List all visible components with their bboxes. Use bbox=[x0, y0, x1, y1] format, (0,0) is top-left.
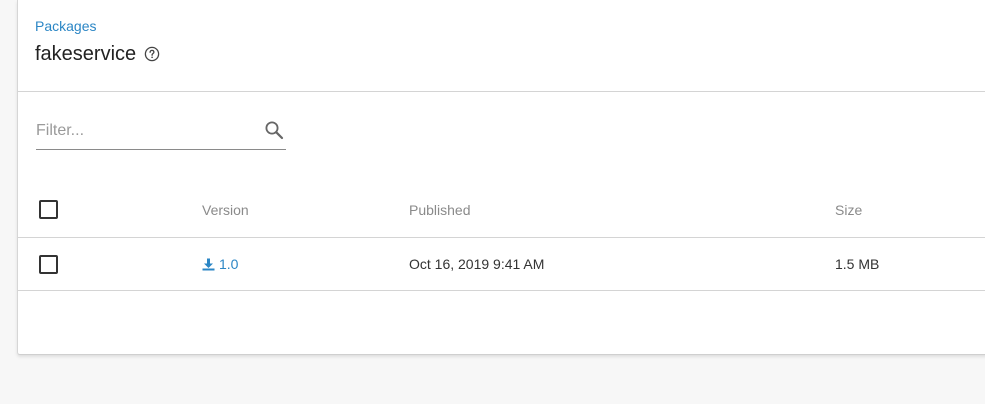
version-cell: 1.0 bbox=[202, 238, 238, 290]
column-header-size[interactable]: Size bbox=[835, 182, 862, 237]
title-row: fakeservice bbox=[35, 42, 160, 66]
filter-field bbox=[36, 116, 286, 150]
row-select-cell bbox=[39, 238, 58, 290]
size-cell: 1.5 MB bbox=[835, 256, 880, 272]
version-label: 1.0 bbox=[219, 256, 239, 272]
page-title: fakeservice bbox=[35, 43, 137, 65]
package-card: Packages fakeservice Version Publ bbox=[17, 0, 985, 355]
search-icon[interactable] bbox=[264, 120, 284, 140]
published-cell: Oct 16, 2019 9:41 AM bbox=[409, 256, 545, 272]
column-header-published[interactable]: Published bbox=[409, 182, 471, 237]
card-header: Packages fakeservice bbox=[18, 0, 985, 92]
breadcrumb-packages[interactable]: Packages bbox=[35, 18, 96, 34]
select-all-checkbox[interactable] bbox=[39, 200, 58, 219]
table-header: Version Published Size bbox=[18, 182, 985, 238]
version-download-link[interactable]: 1.0 bbox=[202, 256, 238, 272]
select-all-cell bbox=[39, 182, 58, 237]
download-icon bbox=[202, 258, 215, 271]
row-checkbox[interactable] bbox=[39, 254, 58, 274]
column-header-version[interactable]: Version bbox=[202, 182, 249, 237]
filter-input[interactable] bbox=[36, 116, 251, 146]
table-row: 1.0 Oct 16, 2019 9:41 AM 1.5 MB bbox=[18, 238, 985, 291]
help-circle-icon[interactable] bbox=[144, 46, 160, 62]
